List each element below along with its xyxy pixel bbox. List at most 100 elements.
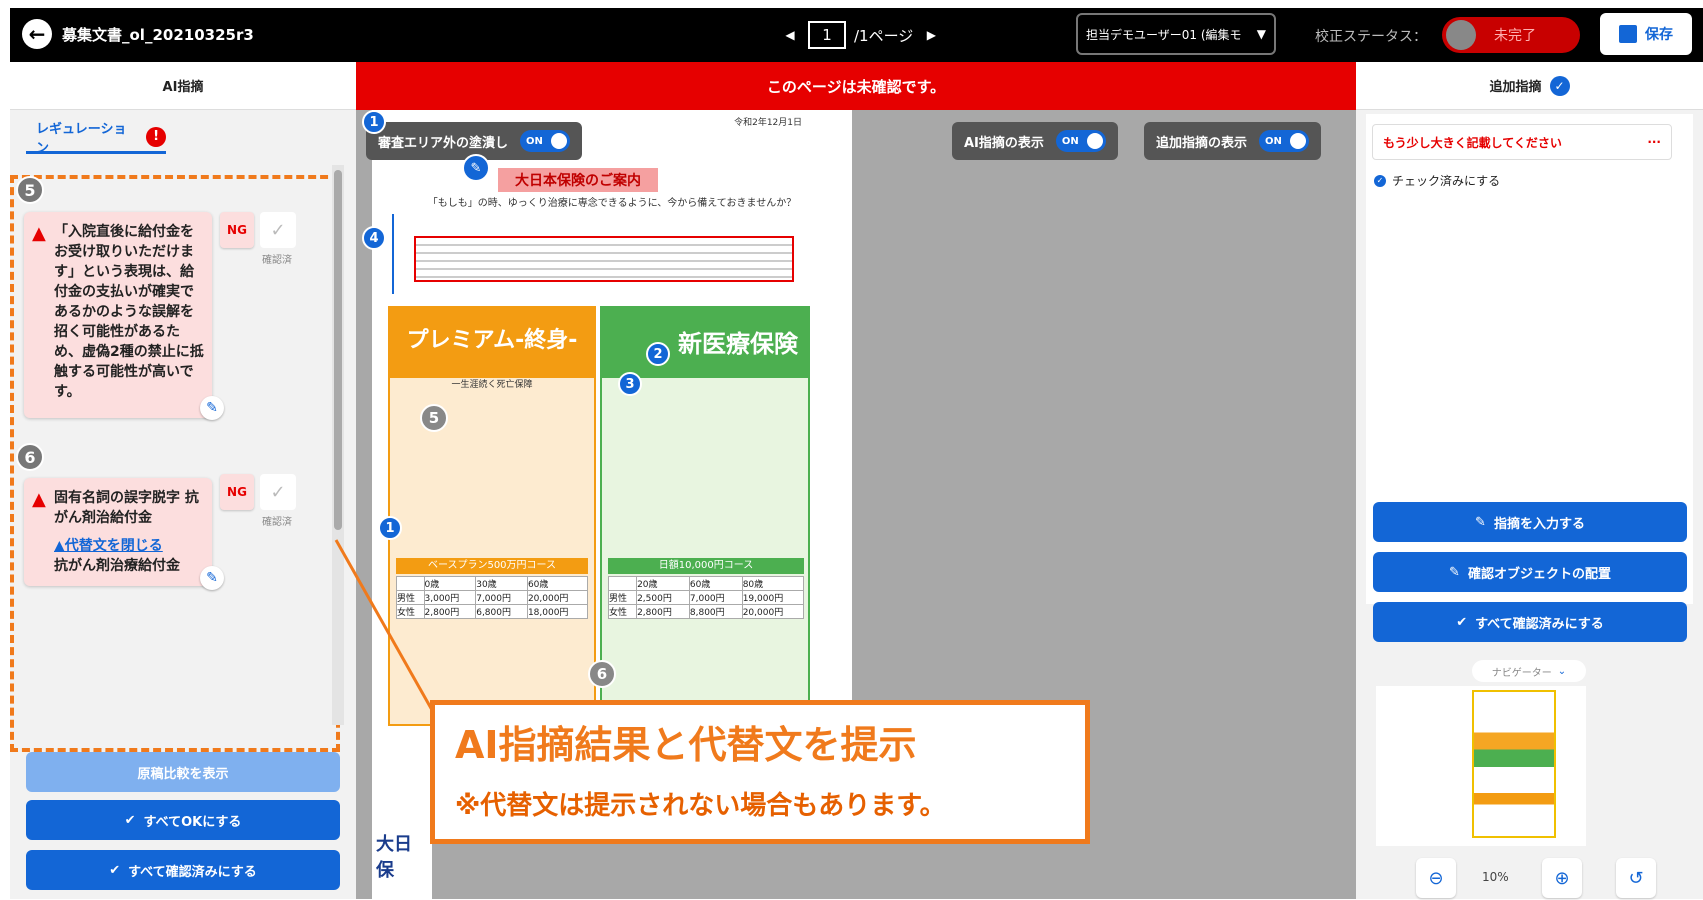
- next-page-icon[interactable]: ▶: [921, 28, 941, 42]
- marker-1[interactable]: 1: [378, 516, 402, 540]
- check-dot-icon: ✓: [1374, 174, 1386, 187]
- prev-page-icon[interactable]: ◀: [780, 28, 800, 42]
- zoom-out-icon[interactable]: ⊖: [1416, 858, 1456, 898]
- confirm-check-icon[interactable]: ✓: [260, 474, 296, 510]
- pencil-icon[interactable]: ✎: [200, 566, 224, 590]
- finding-text: 固有名詞の誤字脱字 抗がん剤治給付金: [54, 490, 199, 526]
- finding-card[interactable]: ▲ 「入院直後に給付金をお受け取りいただけます」という表現は、給付金の支払いが確…: [24, 212, 224, 420]
- premium-table: 0歳 30歳 60歳 男性 3,000円 7,000円 20,000円 女性 2…: [396, 576, 589, 619]
- confirmed-label: 確認済: [262, 255, 292, 266]
- doc-heading: 大日本保険のご案内: [498, 168, 658, 192]
- marker-5[interactable]: 5: [420, 404, 448, 432]
- table-cell: 18,000円: [526, 604, 589, 619]
- plan-label: 日額10,000円コース: [608, 558, 804, 574]
- additional-findings-toggle-label: 追加指摘の表示: [1156, 135, 1248, 151]
- table-cell: 60歳: [688, 576, 743, 591]
- mark-checked-option[interactable]: ✓ チェック済みにする: [1374, 172, 1500, 189]
- doc-date: 令和2年12月1日: [734, 118, 802, 128]
- toggle-switch[interactable]: ON: [1259, 130, 1310, 152]
- page-navigator: ◀ 1 /1ページ ▶: [780, 21, 941, 49]
- comment-text: もう少し大きく記載してください: [1383, 135, 1562, 150]
- user-select-value: 担当デモユーザー01 (編集モ: [1086, 27, 1242, 42]
- unconfirmed-banner: このページは未確認です。: [356, 62, 1356, 110]
- status-toggle[interactable]: 未完了: [1442, 17, 1580, 53]
- callout-title: AI指摘結果と代替文を提示: [455, 723, 917, 767]
- table-cell: 男性: [396, 590, 425, 605]
- warning-icon: ▲: [32, 223, 46, 244]
- rotate-icon[interactable]: ↺: [1616, 858, 1656, 898]
- all-confirmed-button[interactable]: ✔ すべて確認済みにする: [26, 850, 340, 890]
- enter-finding-button[interactable]: ✎ 指摘を入力する: [1373, 502, 1687, 542]
- product-card-medical: 新医療保険 日額10,000円コース 20歳 60歳 80歳 男性 2,500円…: [600, 306, 810, 726]
- tab-regulation-label: レギュレーション: [36, 121, 127, 156]
- marker-6[interactable]: 6: [588, 660, 616, 688]
- highlight-box[interactable]: [414, 236, 794, 282]
- lower-logo-text: 大日 保: [376, 834, 412, 881]
- all-ok-button[interactable]: ✔ すべてOKにする: [26, 800, 340, 840]
- status-label: 校正ステータス：: [1315, 29, 1427, 45]
- ng-button[interactable]: NG: [220, 474, 254, 510]
- fill-outside-label: 審査エリア外の塗潰し: [378, 135, 509, 151]
- compare-manuscript-button[interactable]: 原稿比較を表示: [26, 752, 340, 792]
- all-confirmed-label: すべて確認済みにする: [128, 864, 257, 880]
- comment-field[interactable]: もう少し大きく記載してください ···: [1372, 124, 1672, 160]
- more-icon[interactable]: ···: [1647, 135, 1661, 149]
- all-confirmed-button[interactable]: ✔ すべて確認済みにする: [1373, 602, 1687, 642]
- marker-3[interactable]: 3: [618, 372, 642, 396]
- close-alternative-link[interactable]: ▲代替文を閉じる: [54, 536, 204, 556]
- pencil-icon[interactable]: ✎: [200, 396, 224, 420]
- ai-findings-toggle-label: AI指摘の表示: [964, 135, 1044, 151]
- top-bar: ← 募集文書_ol_20210325r3 ◀ 1 /1ページ ▶ 担当デモユーザ…: [10, 8, 1703, 62]
- table-cell: 19,000円: [741, 590, 805, 605]
- warning-icon: ▲: [32, 489, 46, 510]
- tab-regulation[interactable]: レギュレーション !: [26, 122, 166, 156]
- toggle-switch[interactable]: ON: [520, 130, 571, 152]
- scrollbar-thumb[interactable]: [334, 170, 342, 530]
- table-cell: 2,800円: [636, 604, 690, 619]
- medical-table: 20歳 60歳 80歳 男性 2,500円 7,000円 19,000円 女性 …: [607, 576, 805, 619]
- finding-text: 「入院直後に給付金をお受け取りいただけます」という表現は、給付金の支払いが確実で…: [54, 224, 204, 400]
- marker-1[interactable]: 1: [362, 110, 386, 134]
- table-cell: [396, 576, 425, 591]
- page-thumbnail[interactable]: [1472, 690, 1556, 838]
- ai-findings-panel: レギュレーション ! 5 ▲ 「入院直後に給付金をお受け取りいただけます」という…: [10, 110, 356, 899]
- table-cell: 2,800円: [423, 604, 477, 619]
- place-object-button[interactable]: ✎ 確認オブジェクトの配置: [1373, 552, 1687, 592]
- finding-card[interactable]: ▲ 固有名詞の誤字脱字 抗がん剤治給付金 ▲代替文を閉じる 抗がん剤治療給付金 …: [24, 478, 224, 590]
- zoom-in-icon[interactable]: ⊕: [1542, 858, 1582, 898]
- plan-label: ベースプラン500万円コース: [396, 558, 588, 574]
- table-cell: 2,500円: [636, 590, 690, 605]
- additional-findings-toggle[interactable]: 追加指摘の表示 ON: [1144, 122, 1322, 160]
- table-cell: 20,000円: [741, 604, 805, 619]
- product-title: プレミアム-終身-: [390, 308, 594, 378]
- right-panel-title: 追加指摘 ✓: [1356, 62, 1703, 110]
- marker-4[interactable]: 4: [362, 226, 386, 250]
- callout-box: AI指摘結果と代替文を提示 ※代替文は提示されない場合もあります。: [430, 700, 1090, 844]
- product-subtitle: 一生涯続く死亡保障: [451, 380, 533, 390]
- back-arrow-icon[interactable]: ←: [22, 19, 52, 49]
- ai-findings-toggle[interactable]: AI指摘の表示 ON: [952, 122, 1118, 160]
- toggle-switch[interactable]: ON: [1055, 130, 1106, 152]
- all-ok-label: すべてOKにする: [143, 814, 242, 830]
- user-select[interactable]: 担当デモユーザー01 (編集モ ▼: [1076, 13, 1276, 55]
- navigator-preview[interactable]: [1376, 686, 1586, 846]
- save-button[interactable]: 保存: [1600, 13, 1692, 55]
- place-object-label: 確認オブジェクトの配置: [1467, 566, 1611, 582]
- ng-button[interactable]: NG: [220, 212, 254, 248]
- table-cell: 6,800円: [475, 604, 528, 619]
- navigator-toggle[interactable]: ナビゲーター ⌄: [1472, 660, 1586, 682]
- pencil-icon[interactable]: ✎: [462, 154, 490, 182]
- confirm-check-icon[interactable]: ✓: [260, 212, 296, 248]
- chevron-down-icon: ⌄: [1557, 665, 1567, 677]
- document-lower-fragment: 大日 保: [372, 800, 432, 900]
- table-cell: 7,000円: [475, 590, 528, 605]
- product-card-premium: プレミアム-終身- 一生涯続く死亡保障 ベースプラン500万円コース 0歳 30…: [388, 306, 596, 726]
- pencil-icon: ✎: [1475, 514, 1486, 530]
- pencil-icon: ✎: [1449, 564, 1460, 580]
- status-value: 未完了: [1494, 28, 1536, 44]
- callout-note: ※代替文は提示されない場合もあります。: [455, 791, 946, 821]
- toggle-knob: [1446, 20, 1476, 50]
- table-cell: 女性: [607, 604, 638, 619]
- page-number-input[interactable]: 1: [808, 21, 846, 49]
- marker-2[interactable]: 2: [646, 342, 670, 366]
